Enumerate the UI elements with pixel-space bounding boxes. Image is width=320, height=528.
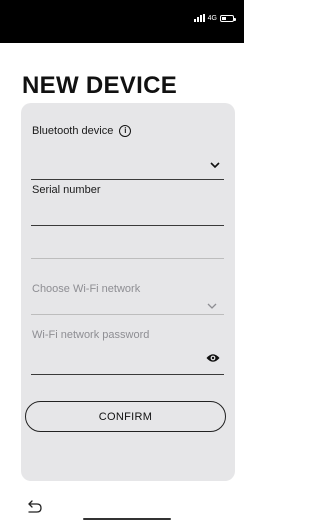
navigation-bar <box>0 496 244 528</box>
wifi-network-select[interactable]: Choose Wi-Fi network <box>31 279 224 313</box>
wifi-network-placeholder: Choose Wi-Fi network <box>32 283 141 295</box>
wifi-password-underline <box>31 374 224 375</box>
info-icon[interactable]: i <box>119 125 132 138</box>
serial-number-field[interactable] <box>31 199 224 225</box>
device-form-card: Bluetooth device i Serial number Choose W… <box>21 103 235 481</box>
section-divider <box>31 258 224 259</box>
bluetooth-device-underline <box>31 179 224 180</box>
home-indicator[interactable] <box>83 518 171 520</box>
chevron-down-icon <box>207 303 217 309</box>
chevron-down-icon <box>210 162 220 169</box>
status-bar: 4G <box>0 0 244 43</box>
network-type-label: 4G <box>207 14 217 22</box>
status-indicators: 4G <box>193 14 236 22</box>
serial-number-label: Serial number <box>32 184 101 196</box>
bluetooth-device-select[interactable] <box>31 147 224 179</box>
bluetooth-device-label: Bluetooth device <box>32 125 114 137</box>
serial-number-underline <box>31 225 224 226</box>
back-arrow-icon[interactable] <box>27 500 43 514</box>
wifi-network-underline <box>31 314 224 315</box>
signal-icon <box>193 14 205 22</box>
confirm-button[interactable]: CONFIRM <box>25 401 226 432</box>
bluetooth-device-label-row: Bluetooth device i <box>32 125 132 138</box>
page-title: NEW DEVICE <box>22 72 178 99</box>
wifi-password-placeholder: Wi-Fi network password <box>32 329 150 341</box>
eye-icon[interactable] <box>206 353 220 363</box>
wifi-password-field[interactable]: Wi-Fi network password <box>31 325 224 373</box>
battery-icon <box>220 14 236 22</box>
